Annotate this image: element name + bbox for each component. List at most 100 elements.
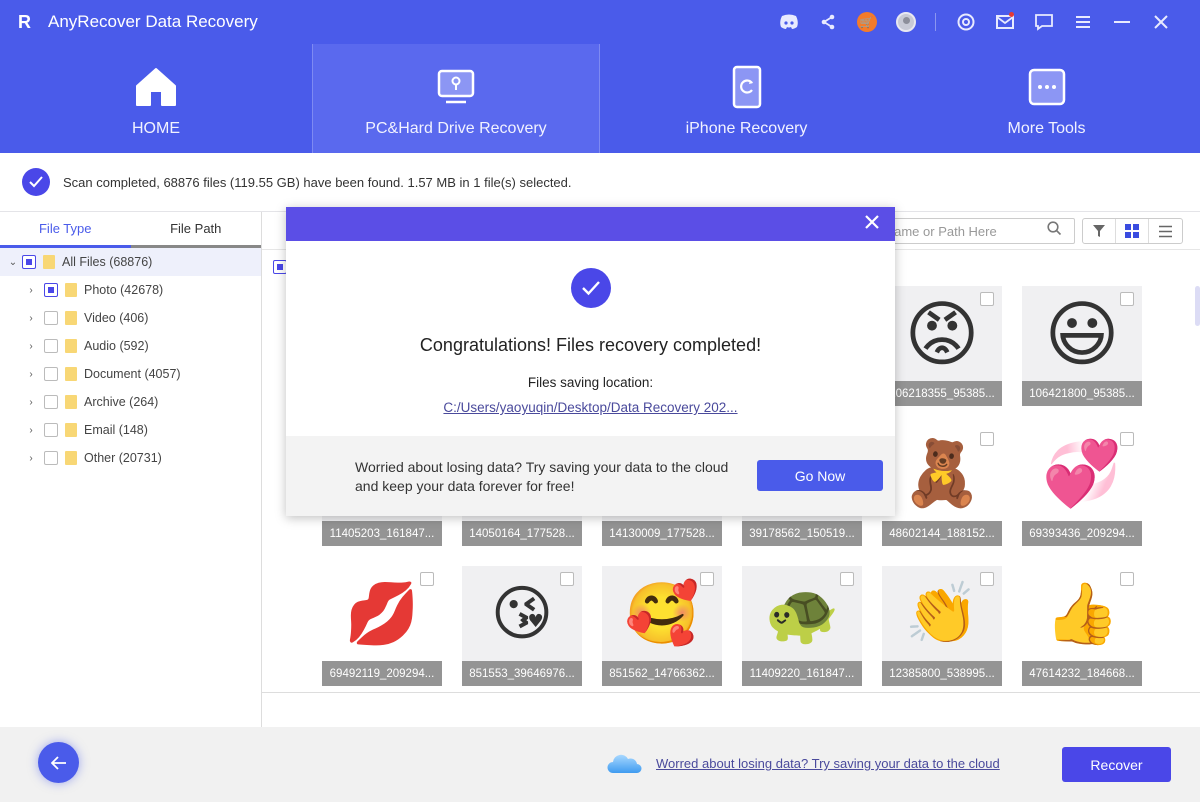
tree-item-all-files[interactable]: ⌄ All Files (68876) bbox=[0, 248, 261, 276]
chevron-right-icon[interactable]: › bbox=[26, 397, 36, 408]
tab-iphone-recovery[interactable]: iPhone Recovery bbox=[600, 44, 893, 153]
recover-button[interactable]: Recover bbox=[1062, 747, 1171, 782]
app-window: R AnyRecover Data Recovery 🛒 HOME PC&Har… bbox=[0, 0, 1200, 802]
minimize-icon[interactable] bbox=[1102, 0, 1141, 44]
thumbnail[interactable]: 😡 106218355_95385... bbox=[882, 286, 1002, 406]
thumbnail[interactable]: 😃 106421800_95385... bbox=[1022, 286, 1142, 406]
checkbox[interactable] bbox=[980, 432, 994, 446]
checkbox[interactable] bbox=[44, 367, 58, 381]
tab-file-path[interactable]: File Path bbox=[131, 212, 262, 245]
thumbnail[interactable]: 😘 851553_39646976... bbox=[462, 566, 582, 686]
cloud-backup-link[interactable]: Worred about losing data? Try saving you… bbox=[656, 756, 1000, 771]
tab-home[interactable]: HOME bbox=[0, 44, 312, 153]
close-icon[interactable] bbox=[1141, 0, 1180, 44]
folder-icon bbox=[65, 339, 77, 353]
tree-item-video[interactable]: › Video (406) bbox=[0, 304, 261, 332]
checkbox[interactable] bbox=[1120, 292, 1134, 306]
folder-icon bbox=[43, 255, 55, 269]
checkbox[interactable] bbox=[44, 395, 58, 409]
chevron-right-icon[interactable]: › bbox=[26, 341, 36, 352]
main-nav: HOME PC&Hard Drive Recovery iPhone Recov… bbox=[0, 44, 1200, 153]
back-button[interactable] bbox=[38, 742, 79, 783]
filter-button[interactable] bbox=[1083, 219, 1116, 243]
folder-icon bbox=[65, 283, 77, 297]
checkbox[interactable] bbox=[840, 572, 854, 586]
divider bbox=[935, 13, 936, 31]
thumbnail[interactable]: 🧸 48602144_188152... bbox=[882, 426, 1002, 546]
discord-icon[interactable] bbox=[769, 0, 808, 44]
divider bbox=[262, 692, 1200, 693]
settings-icon[interactable] bbox=[946, 0, 985, 44]
tree-item-audio[interactable]: › Audio (592) bbox=[0, 332, 261, 360]
checkbox[interactable] bbox=[1120, 432, 1134, 446]
tree-item-archive[interactable]: › Archive (264) bbox=[0, 388, 261, 416]
select-all-checkbox[interactable] bbox=[273, 260, 287, 274]
checkbox[interactable] bbox=[44, 451, 58, 465]
filter-icon bbox=[1093, 225, 1105, 237]
hard-drive-icon bbox=[433, 64, 479, 110]
checkbox[interactable] bbox=[1120, 572, 1134, 586]
saving-location-link[interactable]: C:/Users/yaoyuqin/Desktop/Data Recovery … bbox=[286, 400, 895, 415]
chevron-right-icon[interactable]: › bbox=[26, 453, 36, 464]
cart-icon[interactable]: 🛒 bbox=[847, 0, 886, 44]
more-tools-icon bbox=[1024, 64, 1070, 110]
tab-file-type[interactable]: File Type bbox=[0, 212, 131, 248]
checkbox[interactable] bbox=[44, 339, 58, 353]
account-icon[interactable] bbox=[886, 0, 925, 44]
tree-item-other[interactable]: › Other (20731) bbox=[0, 444, 261, 472]
success-check-icon bbox=[571, 268, 611, 308]
thumbnail[interactable]: 👏 12385800_538995... bbox=[882, 566, 1002, 686]
tab-pc-hard-drive-recovery[interactable]: PC&Hard Drive Recovery bbox=[312, 44, 600, 153]
app-title: AnyRecover Data Recovery bbox=[48, 12, 258, 31]
share-icon[interactable] bbox=[808, 0, 847, 44]
cloud-icon bbox=[607, 754, 643, 774]
iphone-icon bbox=[724, 64, 770, 110]
chevron-right-icon[interactable]: › bbox=[26, 425, 36, 436]
scrollbar[interactable] bbox=[1195, 286, 1200, 326]
thumbnail[interactable]: 💞 69393436_209294... bbox=[1022, 426, 1142, 546]
menu-icon[interactable] bbox=[1063, 0, 1102, 44]
list-view-button[interactable] bbox=[1149, 219, 1182, 243]
checkbox[interactable] bbox=[700, 572, 714, 586]
scan-status-bar: Scan completed, 68876 files (119.55 GB) … bbox=[0, 153, 1200, 212]
feedback-icon[interactable] bbox=[1024, 0, 1063, 44]
close-dialog-button[interactable] bbox=[865, 213, 879, 233]
go-now-button[interactable]: Go Now bbox=[757, 460, 883, 491]
chevron-right-icon[interactable]: › bbox=[26, 369, 36, 380]
tab-more-tools[interactable]: More Tools bbox=[893, 44, 1200, 153]
footer-bar: Worred about losing data? Try saving you… bbox=[0, 727, 1200, 802]
chevron-right-icon[interactable]: › bbox=[26, 285, 36, 296]
checkbox[interactable] bbox=[980, 572, 994, 586]
app-logo-icon: R bbox=[18, 12, 31, 32]
checkbox[interactable] bbox=[22, 255, 36, 269]
tree-item-email[interactable]: › Email (148) bbox=[0, 416, 261, 444]
search-icon[interactable] bbox=[1047, 221, 1062, 241]
folder-icon bbox=[65, 367, 77, 381]
file-type-tree: ⌄ All Files (68876) › Photo (42678) › Vi… bbox=[0, 248, 261, 472]
saving-location-label: Files saving location: bbox=[527, 375, 654, 390]
mail-icon[interactable] bbox=[985, 0, 1024, 44]
grid-icon bbox=[1125, 224, 1139, 238]
sidebar: File Type File Path ⌄ All Files (68876) … bbox=[0, 212, 262, 727]
folder-icon bbox=[65, 311, 77, 325]
checkbox[interactable] bbox=[44, 311, 58, 325]
dialog-promo-section: Worried about losing data? Try saving yo… bbox=[286, 436, 895, 516]
checkbox[interactable] bbox=[560, 572, 574, 586]
grid-view-button[interactable] bbox=[1116, 219, 1149, 243]
check-icon bbox=[22, 168, 50, 196]
thumbnail[interactable]: 👍 47614232_184668... bbox=[1022, 566, 1142, 686]
checkbox[interactable] bbox=[980, 292, 994, 306]
folder-icon bbox=[65, 451, 77, 465]
checkbox[interactable] bbox=[44, 283, 58, 297]
cloud-promo-text: Worried about losing data? Try saving yo… bbox=[355, 459, 729, 494]
checkbox[interactable] bbox=[420, 572, 434, 586]
chevron-right-icon[interactable]: › bbox=[26, 313, 36, 324]
chevron-down-icon[interactable]: ⌄ bbox=[8, 257, 18, 268]
checkbox[interactable] bbox=[44, 423, 58, 437]
thumbnail[interactable]: 💋 69492119_209294... bbox=[322, 566, 442, 686]
tree-item-document[interactable]: › Document (4057) bbox=[0, 360, 261, 388]
thumbnail[interactable]: 🐢 11409220_161847... bbox=[742, 566, 862, 686]
tree-item-photo[interactable]: › Photo (42678) bbox=[0, 276, 261, 304]
folder-icon bbox=[65, 395, 77, 409]
thumbnail[interactable]: 🥰 851562_14766362... bbox=[602, 566, 722, 686]
